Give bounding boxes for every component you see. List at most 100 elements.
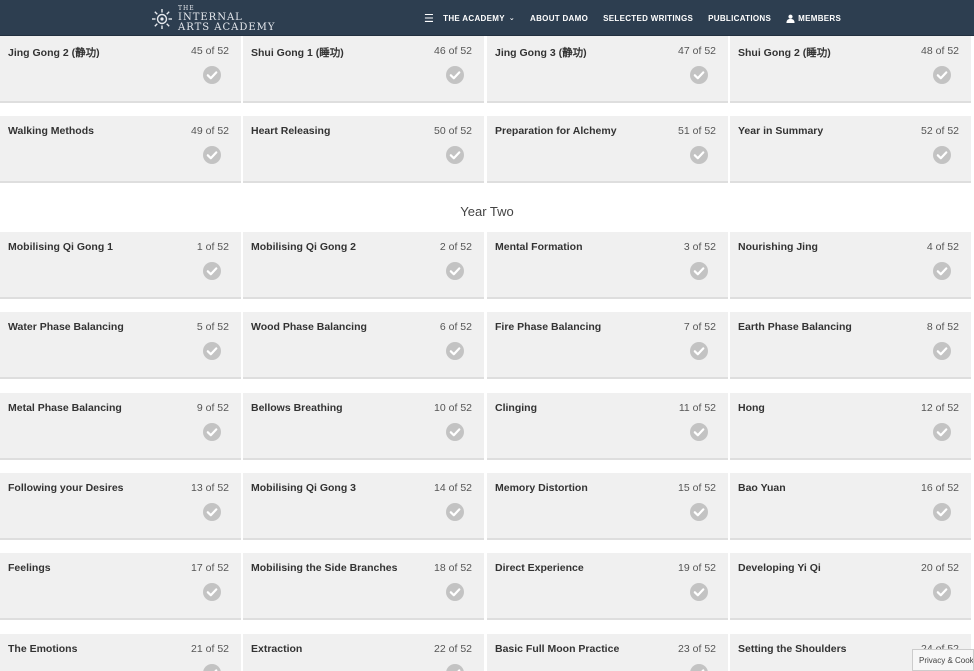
nav-item-the-academy[interactable]: THE ACADEMY ⌄ — [443, 14, 515, 23]
logo-line-1: THE — [178, 4, 195, 12]
lesson-card[interactable]: Walking Methods 49 of 52 — [0, 116, 241, 183]
lesson-card[interactable]: Extraction 22 of 52 — [243, 634, 484, 671]
lesson-title[interactable]: Year in Summary — [738, 125, 823, 137]
privacy-cookies-badge[interactable]: Privacy & Cookies — [912, 649, 974, 671]
lesson-title[interactable]: Basic Full Moon Practice — [495, 643, 619, 655]
lesson-card[interactable]: Earth Phase Balancing 8 of 52 — [730, 312, 971, 379]
lesson-title[interactable]: Developing Yi Qi — [738, 562, 821, 574]
lesson-card[interactable]: Basic Full Moon Practice 23 of 52 — [487, 634, 728, 671]
lesson-title[interactable]: Preparation for Alchemy — [495, 125, 617, 137]
lesson-title[interactable]: Mobilising Qi Gong 2 — [251, 241, 356, 253]
lesson-title[interactable]: Mental Formation — [495, 241, 583, 253]
check-circle-icon — [690, 66, 708, 84]
lesson-title[interactable]: Shui Gong 1 (睡功) — [251, 45, 344, 60]
lesson-title[interactable]: Fire Phase Balancing — [495, 321, 601, 333]
lesson-card[interactable]: Feelings 17 of 52 — [0, 553, 241, 620]
lesson-count: 47 of 52 — [678, 45, 716, 57]
nav-item-publications[interactable]: PUBLICATIONS — [708, 14, 771, 23]
lesson-card[interactable]: Mobilising Qi Gong 2 2 of 52 — [243, 232, 484, 299]
lesson-title[interactable]: Water Phase Balancing — [8, 321, 124, 333]
lesson-title[interactable]: Hong — [738, 402, 765, 414]
user-icon — [786, 14, 795, 23]
lesson-title[interactable]: Earth Phase Balancing — [738, 321, 852, 333]
lesson-card[interactable]: Year in Summary 52 of 52 — [730, 116, 971, 183]
lesson-card[interactable]: Bellows Breathing 10 of 52 — [243, 393, 484, 460]
lesson-card[interactable]: Shui Gong 1 (睡功) 46 of 52 — [243, 36, 484, 103]
check-circle-icon — [446, 262, 464, 280]
check-circle-icon — [933, 503, 951, 521]
lesson-title[interactable]: The Emotions — [8, 643, 77, 655]
lesson-card[interactable]: Mobilising Qi Gong 3 14 of 52 — [243, 473, 484, 540]
lesson-title[interactable]: Wood Phase Balancing — [251, 321, 367, 333]
check-circle-icon — [203, 583, 221, 601]
lesson-title[interactable]: Jing Gong 2 (静功) — [8, 45, 100, 60]
lesson-title[interactable]: Clinging — [495, 402, 537, 414]
lesson-title[interactable]: Direct Experience — [495, 562, 584, 574]
lesson-card[interactable]: Heart Releasing 50 of 52 — [243, 116, 484, 183]
check-circle-icon — [446, 583, 464, 601]
lesson-title[interactable]: Following your Desires — [8, 482, 124, 494]
check-circle-icon — [690, 583, 708, 601]
lesson-card[interactable]: Nourishing Jing 4 of 52 — [730, 232, 971, 299]
check-circle-icon — [446, 503, 464, 521]
lesson-title[interactable]: Nourishing Jing — [738, 241, 818, 253]
lesson-card[interactable]: Water Phase Balancing 5 of 52 — [0, 312, 241, 379]
lesson-title[interactable]: Bao Yuan — [738, 482, 786, 494]
lesson-card[interactable]: Fire Phase Balancing 7 of 52 — [487, 312, 728, 379]
lesson-card[interactable]: Bao Yuan 16 of 52 — [730, 473, 971, 540]
hamburger-menu-icon[interactable]: ☰ — [424, 12, 434, 25]
lesson-title[interactable]: Memory Distortion — [495, 482, 588, 494]
lesson-card[interactable]: Memory Distortion 15 of 52 — [487, 473, 728, 540]
lesson-title[interactable]: Feelings — [8, 562, 51, 574]
lesson-title[interactable]: Mobilising Qi Gong 1 — [8, 241, 113, 253]
lesson-title[interactable]: Setting the Shoulders — [738, 643, 847, 655]
lesson-title[interactable]: Shui Gong 2 (睡功) — [738, 45, 831, 60]
lesson-card[interactable]: Wood Phase Balancing 6 of 52 — [243, 312, 484, 379]
lesson-count: 19 of 52 — [678, 562, 716, 574]
lesson-count: 12 of 52 — [921, 402, 959, 414]
check-circle-icon — [203, 342, 221, 360]
lesson-count: 2 of 52 — [439, 241, 472, 253]
lesson-title[interactable]: Jing Gong 3 (静功) — [495, 45, 587, 60]
check-circle-icon — [933, 342, 951, 360]
lesson-card[interactable]: Developing Yi Qi 20 of 52 — [730, 553, 971, 620]
lesson-count: 1 of 52 — [196, 241, 229, 253]
lesson-card[interactable]: The Emotions 21 of 52 — [0, 634, 241, 671]
nav-item-about-damo[interactable]: ABOUT DAMO — [530, 14, 588, 23]
lesson-title[interactable]: Metal Phase Balancing — [8, 402, 122, 414]
nav-item-members[interactable]: MEMBERS — [786, 14, 841, 23]
lesson-title[interactable]: Extraction — [251, 643, 302, 655]
lesson-count: 51 of 52 — [678, 125, 716, 137]
lesson-card[interactable]: Clinging 11 of 52 — [487, 393, 728, 460]
lesson-count: 14 of 52 — [434, 482, 472, 494]
lesson-count: 20 of 52 — [921, 562, 959, 574]
lesson-card[interactable]: Direct Experience 19 of 52 — [487, 553, 728, 620]
check-circle-icon — [933, 66, 951, 84]
lesson-card[interactable]: Jing Gong 2 (静功) 45 of 52 — [0, 36, 241, 103]
nav-item-label: ABOUT DAMO — [530, 13, 589, 23]
lesson-card[interactable]: Mobilising the Side Branches 18 of 52 — [243, 553, 484, 620]
nav-item-selected-writings[interactable]: SELECTED WRITINGS — [603, 14, 693, 23]
lesson-title[interactable]: Walking Methods — [8, 125, 94, 137]
lesson-count: 13 of 52 — [191, 482, 229, 494]
lesson-card[interactable]: Shui Gong 2 (睡功) 48 of 52 — [730, 36, 971, 103]
lesson-count: 45 of 52 — [191, 45, 229, 57]
lesson-card[interactable]: Jing Gong 3 (静功) 47 of 52 — [487, 36, 728, 103]
lesson-card[interactable]: Mobilising Qi Gong 1 1 of 52 — [0, 232, 241, 299]
lesson-card[interactable]: Hong 12 of 52 — [730, 393, 971, 460]
lesson-card[interactable]: Mental Formation 3 of 52 — [487, 232, 728, 299]
check-circle-icon — [933, 146, 951, 164]
site-logo[interactable]: THE INTERNAL ARTS ACADEMY — [151, 4, 276, 33]
check-circle-icon — [933, 262, 951, 280]
logo-text: THE INTERNAL ARTS ACADEMY — [178, 4, 276, 33]
lesson-title[interactable]: Mobilising the Side Branches — [251, 562, 397, 574]
check-circle-icon — [933, 423, 951, 441]
section-heading-year-two: Year Two — [460, 204, 514, 219]
check-circle-icon — [690, 262, 708, 280]
lesson-card[interactable]: Following your Desires 13 of 52 — [0, 473, 241, 540]
lesson-title[interactable]: Mobilising Qi Gong 3 — [251, 482, 356, 494]
lesson-card[interactable]: Metal Phase Balancing 9 of 52 — [0, 393, 241, 460]
lesson-title[interactable]: Heart Releasing — [251, 125, 330, 137]
lesson-card[interactable]: Preparation for Alchemy 51 of 52 — [487, 116, 728, 183]
lesson-title[interactable]: Bellows Breathing — [251, 402, 343, 414]
